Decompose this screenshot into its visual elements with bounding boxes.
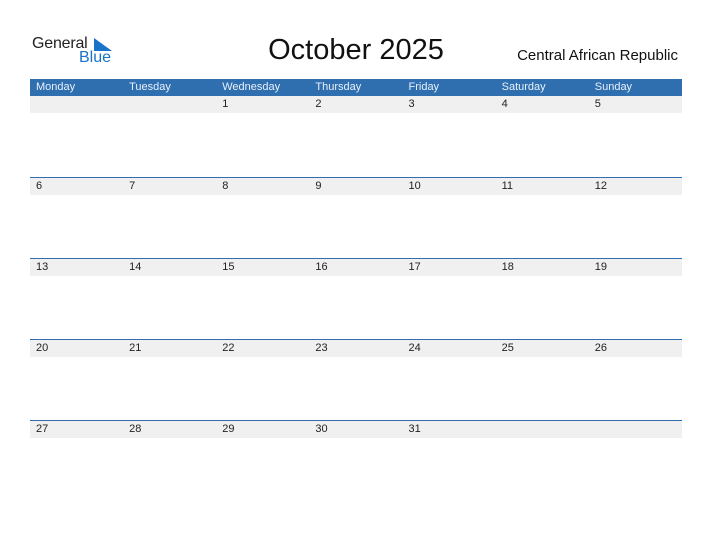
day-cell: 3: [408, 98, 415, 110]
day-cell: 4: [501, 98, 508, 110]
day-cell: 10: [408, 180, 421, 192]
weekday-wednesday: Wednesday: [222, 81, 281, 93]
day-cell: 12: [594, 180, 607, 192]
day-cell: [30, 96, 123, 113]
day-cell: 7: [129, 180, 136, 192]
day-cell: 28: [129, 423, 142, 435]
day-cell: 31: [408, 423, 421, 435]
country-name: Central African Republic: [517, 47, 678, 64]
day-cell: 8: [222, 180, 229, 192]
day-cell: 16: [315, 261, 328, 273]
week-row-2: 6 7 8 9 10 11 12: [30, 177, 682, 259]
day-cell: 19: [594, 261, 607, 273]
week-row-4: 20 21 22 23 24 25 26: [30, 339, 682, 421]
day-cell: [496, 421, 589, 438]
day-cell: 21: [129, 342, 142, 354]
day-cell: 20: [36, 342, 49, 354]
day-cell: 22: [222, 342, 235, 354]
day-cell: 24: [408, 342, 421, 354]
day-cell: 1: [222, 98, 229, 110]
day-cell: [123, 96, 216, 113]
day-cell: 9: [315, 180, 322, 192]
week-row-1: 1 2 3 4 5: [30, 96, 682, 177]
week-row-5: 27 28 29 30 31: [30, 420, 682, 502]
day-cell: 30: [315, 423, 328, 435]
day-cell: 15: [222, 261, 235, 273]
day-cell: 6: [36, 180, 43, 192]
day-cell: 26: [594, 342, 607, 354]
weekday-tuesday: Tuesday: [129, 81, 171, 93]
weekday-sunday: Sunday: [594, 81, 633, 93]
day-cell: 27: [36, 423, 49, 435]
day-cell: 13: [36, 261, 49, 273]
day-cell: 29: [222, 423, 235, 435]
day-cell: 25: [501, 342, 514, 354]
weekday-thursday: Thursday: [315, 81, 362, 93]
day-cell: 23: [315, 342, 328, 354]
week-row-3: 13 14 15 16 17 18 19: [30, 258, 682, 340]
day-cell: 2: [315, 98, 322, 110]
day-cell: 17: [408, 261, 421, 273]
weekday-header: Monday Tuesday Wednesday Thursday Friday…: [30, 79, 682, 96]
day-cell: [589, 421, 682, 438]
day-cell: 18: [501, 261, 514, 273]
day-cell: 14: [129, 261, 142, 273]
day-cell: 11: [501, 180, 514, 192]
weekday-saturday: Saturday: [501, 81, 546, 93]
day-cell: 5: [594, 98, 601, 110]
weekday-friday: Friday: [408, 81, 440, 93]
weekday-monday: Monday: [36, 81, 76, 93]
